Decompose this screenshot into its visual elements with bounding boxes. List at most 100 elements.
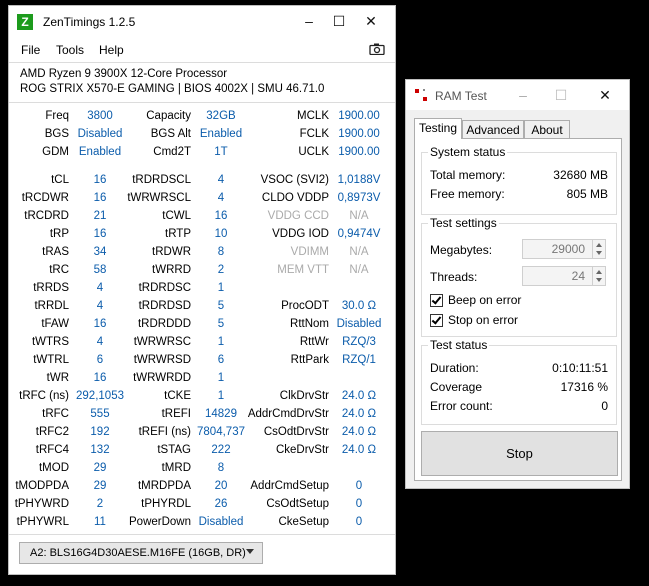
window-title: ZenTimings 1.2.5 xyxy=(43,15,136,29)
timing-value: 1,0188V xyxy=(337,174,381,186)
timing-value: Disabled xyxy=(336,318,382,330)
timing-row: tRRDS 4 tRDRDSC 1 xyxy=(9,282,397,298)
dimm-select-value: A2: BLS16G4D30AESE.M16FE (16GB, DR) xyxy=(30,547,246,559)
timing-label: Cmd2T xyxy=(153,146,191,158)
threads-input[interactable]: 24 xyxy=(522,266,606,286)
timing-value: 0 xyxy=(355,498,363,510)
maximize-icon[interactable]: ☐ xyxy=(329,12,349,30)
timing-row: tRCDWR 16 tWRWRSCL 4 CLDO VDDP 0,8973V xyxy=(9,192,397,208)
timing-label: CsOdtDrvStr xyxy=(263,426,329,438)
timing-label: MEM VTT xyxy=(277,264,329,276)
timing-value: 24.0 Ω xyxy=(341,444,377,456)
timing-label: tRRDS xyxy=(33,282,69,294)
timing-label: tRDRDSD xyxy=(138,300,191,312)
timing-value: 222 xyxy=(211,444,231,456)
group-title: Test status xyxy=(428,338,490,352)
maximize-icon[interactable]: ☐ xyxy=(551,86,571,104)
ramtest-titlebar[interactable]: RAM Test – ☐ ✕ xyxy=(406,80,629,110)
timing-label: tPHYWRL xyxy=(16,516,69,528)
menu-bar: File Tools Help xyxy=(9,39,395,61)
timing-label: tREFI (ns) xyxy=(138,426,191,438)
timing-value: N/A xyxy=(349,210,369,222)
timing-row: Freq 3800 Capacity 32GB MCLK 1900.00 xyxy=(9,110,397,126)
divider xyxy=(9,102,395,103)
test-status-group: Test status Duration: 0:10:11:51 Coverag… xyxy=(421,338,617,425)
timing-label: AddrCmdSetup xyxy=(250,480,329,492)
close-icon[interactable]: ✕ xyxy=(361,12,381,30)
checkbox-checked-icon xyxy=(430,314,443,327)
timing-value: 1 xyxy=(217,372,225,384)
timing-value: 0 xyxy=(355,480,363,492)
board-info: ROG STRIX X570-E GAMING | BIOS 4002X | S… xyxy=(20,83,325,95)
timing-value: 20 xyxy=(214,480,228,492)
timing-row: tWTRL 6 tWRWRSD 6 RttPark RZQ/1 xyxy=(9,354,397,370)
minimize-icon[interactable]: – xyxy=(299,12,319,30)
timing-value: 5 xyxy=(217,318,225,330)
timing-row: tRC 58 tWRRD 2 MEM VTT N/A xyxy=(9,264,397,280)
timing-label: RttWr xyxy=(299,336,329,348)
timing-label: tMODPDA xyxy=(15,480,69,492)
tab-testing[interactable]: Testing xyxy=(414,118,462,139)
timing-label: GDM xyxy=(42,146,69,158)
timing-label: VDIMM xyxy=(290,246,329,258)
menu-tools[interactable]: Tools xyxy=(56,43,84,57)
timing-label: tRP xyxy=(49,228,69,240)
timing-label: tRTP xyxy=(165,228,191,240)
timing-label: tRCDWR xyxy=(21,192,69,204)
timing-label: tRDRDDD xyxy=(137,318,191,330)
timing-label: UCLK xyxy=(298,146,329,158)
timing-value: 24.0 Ω xyxy=(341,390,377,402)
timing-value: N/A xyxy=(349,264,369,276)
threads-spinner[interactable] xyxy=(592,267,605,285)
timing-label: tWRWRDD xyxy=(133,372,191,384)
timing-row: tRP 16 tRTP 10 VDDG IOD 0,9474V xyxy=(9,228,397,244)
timing-value: 10 xyxy=(214,228,228,240)
system-status-group: System status Total memory: 32680 MB Fre… xyxy=(421,145,617,215)
timing-value: 0,8973V xyxy=(337,192,381,204)
menu-file[interactable]: File xyxy=(21,43,40,57)
timing-label: tMRDPDA xyxy=(137,480,191,492)
timing-label: PowerDown xyxy=(129,516,191,528)
close-icon[interactable]: ✕ xyxy=(595,86,615,104)
timing-label: tPHYWRD xyxy=(14,498,69,510)
ramtest-window: RAM Test – ☐ ✕ Testing Advanced About Sy… xyxy=(405,79,630,489)
timing-value: 4 xyxy=(217,192,225,204)
timing-row: tRAS 34 tRDWR 8 VDIMM N/A xyxy=(9,246,397,262)
timing-label: tSTAG xyxy=(157,444,191,456)
timing-label: tRDWR xyxy=(152,246,191,258)
timing-label: tRRDL xyxy=(34,300,69,312)
timing-row: tRFC 555 tREFI 14829 AddrCmdDrvStr 24.0 Ω xyxy=(9,408,397,424)
timing-label: MCLK xyxy=(297,110,329,122)
dimm-select[interactable]: A2: BLS16G4D30AESE.M16FE (16GB, DR) xyxy=(19,542,263,564)
duration-value: 0:10:11:51 xyxy=(552,361,608,375)
cpu-name: AMD Ryzen 9 3900X 12-Core Processor xyxy=(20,68,228,80)
timing-value: 14829 xyxy=(205,408,237,420)
tab-about[interactable]: About xyxy=(524,120,570,138)
timing-label: tCWL xyxy=(162,210,191,222)
timing-value: 1 xyxy=(217,282,225,294)
timing-row: tCL 16 tRDRDSCL 4 VSOC (SVI2) 1,0188V xyxy=(9,174,397,190)
megabytes-spinner[interactable] xyxy=(592,240,605,258)
zentimings-titlebar[interactable]: Z ZenTimings 1.2.5 – ☐ ✕ xyxy=(9,6,395,36)
timing-value: 24.0 Ω xyxy=(341,408,377,420)
timing-row: tRFC4 132 tSTAG 222 CkeDrvStr 24.0 Ω xyxy=(9,444,397,460)
timing-label: ProcODT xyxy=(281,300,329,312)
timing-row: tMOD 29 tMRD 8 xyxy=(9,462,397,478)
timing-value: 1 xyxy=(217,336,225,348)
chevron-down-icon xyxy=(246,549,254,554)
timing-row: tWTRS 4 tWRWRSC 1 RttWr RZQ/3 xyxy=(9,336,397,352)
timing-value: RZQ/1 xyxy=(342,354,376,366)
timing-label: Freq xyxy=(45,110,69,122)
megabytes-input[interactable]: 29000 xyxy=(522,239,606,259)
tab-advanced[interactable]: Advanced xyxy=(462,120,524,138)
screenshot-camera-icon[interactable] xyxy=(369,43,385,55)
timing-label: CkeDrvStr xyxy=(275,444,329,456)
stop-button[interactable]: Stop xyxy=(421,431,618,476)
timing-label: tRC xyxy=(49,264,69,276)
minimize-icon[interactable]: – xyxy=(513,86,533,104)
timing-label: VDDG CCD xyxy=(267,210,329,222)
menu-help[interactable]: Help xyxy=(99,43,124,57)
duration-label: Duration: xyxy=(430,361,479,375)
group-title: Test settings xyxy=(428,216,499,230)
timing-row: tRRDL 4 tRDRDSD 5 ProcODT 30.0 Ω xyxy=(9,300,397,316)
